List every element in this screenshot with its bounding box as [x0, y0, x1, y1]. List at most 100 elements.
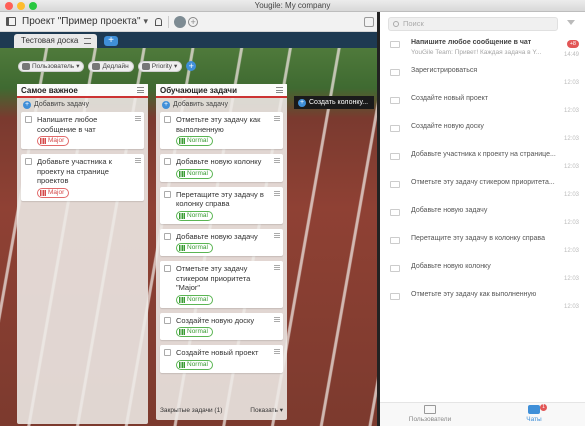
priority-tag[interactable]: Major: [37, 136, 70, 146]
priority-bars-icon: [179, 138, 185, 144]
task-checkbox[interactable]: [164, 316, 171, 324]
bell-icon[interactable]: [155, 17, 163, 26]
chat-title: Напишите любое сообщение в чат: [411, 39, 532, 46]
task-card[interactable]: Отметьте эту задачу как выполненную Norma…: [160, 112, 283, 149]
plus-icon: +: [162, 101, 170, 109]
show-closed-button[interactable]: Показать ▾: [250, 402, 283, 420]
show-label: Показать: [250, 407, 278, 414]
chat-list-item[interactable]: Напишите любое сообщение в чат YouGile T…: [380, 38, 585, 66]
priority-tag-label: Normal: [187, 244, 208, 251]
filter-priority[interactable]: Priority ▾: [137, 60, 183, 72]
priority-tag[interactable]: Normal: [176, 327, 213, 337]
nav-chats[interactable]: 1 Чаты: [484, 404, 584, 423]
column-header[interactable]: Самое важное: [17, 84, 148, 98]
drag-handle-icon[interactable]: [274, 190, 280, 197]
chat-list-item[interactable]: Добавьте новую колонку 12:03: [380, 262, 585, 290]
calendar-icon: [92, 62, 101, 70]
avatar[interactable]: [174, 15, 187, 28]
task-checkbox[interactable]: [25, 116, 32, 123]
minimize-window-button[interactable]: [17, 2, 25, 10]
task-checkbox[interactable]: [25, 158, 32, 165]
board-area: Проект "Пример проекта" ▾ + Тестовая дос…: [0, 12, 377, 426]
filter-icon[interactable]: [567, 20, 575, 25]
add-filter-button[interactable]: +: [186, 61, 197, 71]
project-title[interactable]: Проект "Пример проекта": [22, 16, 141, 27]
task-checkbox[interactable]: [164, 158, 171, 165]
search-input[interactable]: Поиск: [388, 17, 558, 31]
chat-icon: [390, 69, 400, 76]
window-title: Yougile: My company: [254, 1, 331, 10]
task-card[interactable]: Создайте новую доску Normal: [160, 312, 283, 340]
chat-title: Создайте новый проект: [411, 95, 488, 102]
menu-icon[interactable]: [84, 38, 92, 44]
drag-handle-icon[interactable]: [274, 349, 280, 355]
priority-tag[interactable]: Normal: [176, 243, 213, 253]
priority-tag[interactable]: Normal: [176, 136, 213, 146]
nav-users[interactable]: Пользователи: [380, 405, 480, 423]
chevron-down-icon[interactable]: ▾: [144, 16, 149, 27]
add-task-label: Добавить задачу: [34, 101, 89, 108]
sidebar-toggle-icon[interactable]: [6, 17, 16, 26]
chat-time: 14:49: [563, 52, 579, 58]
zoom-window-button[interactable]: [29, 2, 37, 10]
column-header[interactable]: Обучающие задачи: [156, 84, 287, 98]
column-training: Обучающие задачи + Добавить задачу Отметь…: [156, 84, 287, 420]
chat-list-item[interactable]: Отметьте эту задачу как выполненную 12:03: [380, 290, 585, 318]
filter-user[interactable]: Пользователь ▾: [18, 60, 85, 72]
chat-list-item[interactable]: Отметьте эту задачу стикером приоритета.…: [380, 178, 585, 206]
task-card[interactable]: Создайте новый проект Normal: [160, 345, 283, 373]
task-title: Отметьте эту задачу как выполненную: [176, 115, 261, 134]
priority-tag[interactable]: Normal: [176, 359, 213, 370]
add-board-button[interactable]: +: [104, 36, 118, 46]
task-card[interactable]: Перетащите эту задачу в колонку справа No…: [160, 186, 283, 224]
task-card[interactable]: Отметьте эту задачу стикером приоритета …: [160, 261, 283, 308]
task-card[interactable]: Добавьте новую колонку Normal: [160, 154, 283, 182]
chat-title: Добавьте участника к проекту на странице…: [411, 151, 556, 158]
drag-handle-icon[interactable]: [274, 116, 280, 122]
window-controls[interactable]: [5, 2, 37, 10]
drag-handle-icon[interactable]: [135, 116, 141, 122]
add-task-button[interactable]: + Добавить задачу: [156, 98, 287, 112]
chat-list-item[interactable]: Создайте новую доску 12:03: [380, 122, 585, 150]
column-menu-icon[interactable]: [276, 87, 283, 93]
add-task-button[interactable]: + Добавить задачу: [17, 98, 148, 112]
task-checkbox[interactable]: [164, 349, 171, 356]
chat-list-item[interactable]: Создайте новый проект 12:03: [380, 94, 585, 122]
task-card[interactable]: Добавьте новую задачу Normal: [160, 228, 283, 256]
priority-tag[interactable]: Normal: [176, 294, 213, 305]
chat-list-item[interactable]: Зарегистрироваться 12:03: [380, 66, 585, 94]
priority-tag[interactable]: Normal: [176, 168, 213, 179]
chat-list-item[interactable]: Добавьте участника к проекту на странице…: [380, 150, 585, 178]
project-header: Проект "Пример проекта" ▾ +: [0, 12, 377, 32]
priority-bars-icon: [179, 329, 185, 335]
drag-handle-icon[interactable]: [274, 316, 280, 323]
chat-title: Добавьте новую колонку: [411, 263, 491, 270]
chat-icon: [390, 97, 400, 104]
task-checkbox[interactable]: [164, 116, 171, 123]
task-checkbox[interactable]: [164, 232, 171, 240]
drag-handle-icon[interactable]: [274, 232, 280, 239]
filter-deadline[interactable]: Дедлайн: [88, 60, 134, 72]
drag-handle-icon[interactable]: [274, 265, 280, 271]
chat-list-item[interactable]: Добавьте новую задачу 12:03: [380, 206, 585, 234]
chat-time: 12:03: [563, 108, 579, 114]
priority-tag[interactable]: Major: [37, 187, 70, 198]
drag-handle-icon[interactable]: [274, 158, 280, 164]
drag-handle-icon[interactable]: [135, 158, 141, 164]
add-member-button[interactable]: +: [188, 16, 199, 27]
close-window-button[interactable]: [5, 2, 13, 10]
create-column-button[interactable]: + Создать колонку...: [294, 96, 374, 109]
column-menu-icon[interactable]: [137, 87, 144, 93]
chat-list-item[interactable]: Перетащите эту задачу в колонку справа 12…: [380, 234, 585, 262]
priority-tag-label: Normal: [187, 211, 208, 219]
tab-test-board[interactable]: Тестовая доска: [14, 34, 98, 48]
collapse-panel-icon[interactable]: [364, 17, 374, 27]
task-card[interactable]: Напишите любое сообщение в чат Major: [21, 112, 144, 149]
task-checkbox[interactable]: [164, 190, 171, 198]
priority-tag-label: Normal: [187, 169, 208, 177]
priority-bars-icon: [179, 212, 185, 219]
column-title: Самое важное: [21, 86, 78, 95]
priority-tag[interactable]: Normal: [176, 210, 213, 221]
task-checkbox[interactable]: [164, 265, 171, 272]
task-card[interactable]: Добавьте участника к проекту на странице…: [21, 154, 144, 201]
